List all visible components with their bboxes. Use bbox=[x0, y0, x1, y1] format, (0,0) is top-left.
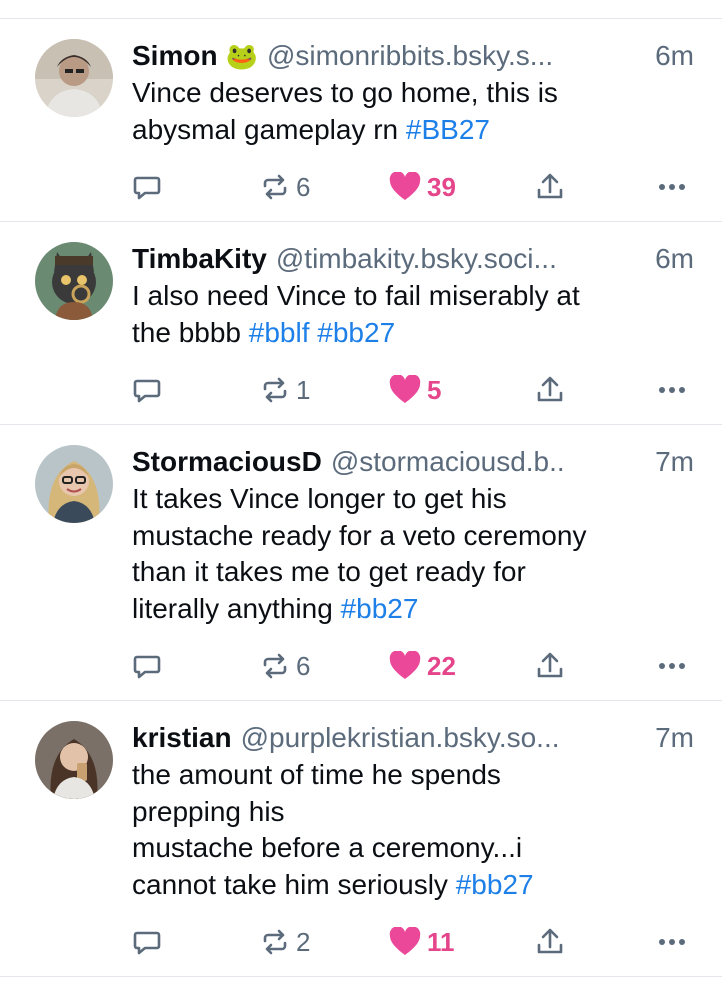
author-name[interactable]: kristian bbox=[132, 719, 232, 757]
hashtag-link[interactable]: #bblf #bb27 bbox=[249, 317, 395, 348]
avatar[interactable] bbox=[35, 721, 113, 799]
hashtag-link[interactable]: #BB27 bbox=[406, 114, 490, 145]
post-time[interactable]: 6m bbox=[655, 240, 694, 278]
post-text: the amount of time he spends prepping hi… bbox=[132, 757, 694, 903]
share-button[interactable] bbox=[536, 169, 564, 205]
ellipsis-icon bbox=[659, 939, 685, 945]
repost-count: 1 bbox=[296, 374, 311, 405]
like-button[interactable]: 5 bbox=[389, 372, 441, 408]
share-button[interactable] bbox=[536, 372, 564, 408]
reply-button[interactable] bbox=[132, 169, 162, 205]
author-name[interactable]: StormaciousD bbox=[132, 443, 322, 481]
post-header: Simon 🐸 @simonribbits.bsky.s... 6m bbox=[132, 37, 694, 75]
heart-icon bbox=[389, 927, 421, 955]
post-header: kristian @purplekristian.bsky.so... 7m bbox=[132, 719, 694, 757]
repost-button[interactable]: 1 bbox=[260, 372, 310, 408]
hashtag-link[interactable]: #bb27 bbox=[456, 869, 534, 900]
post-time[interactable]: 7m bbox=[655, 719, 694, 757]
post-header: StormaciousD @stormaciousd.b.. 7m bbox=[132, 443, 694, 481]
repost-button[interactable]: 6 bbox=[260, 169, 310, 205]
hashtag-link[interactable]: #bb27 bbox=[341, 593, 419, 624]
like-button[interactable]: 22 bbox=[389, 648, 456, 684]
avatar[interactable] bbox=[35, 445, 113, 523]
reply-icon bbox=[133, 931, 161, 955]
share-icon bbox=[537, 173, 563, 199]
reply-button[interactable] bbox=[132, 924, 162, 960]
reply-icon bbox=[133, 379, 161, 403]
reply-icon bbox=[133, 655, 161, 679]
more-options-button[interactable] bbox=[658, 372, 686, 408]
repost-button[interactable]: 2 bbox=[260, 924, 310, 960]
post-actions: 6 39 bbox=[132, 169, 694, 205]
post-card[interactable]: TimbaKity @timbakity.bsky.soci... 6m I a… bbox=[0, 222, 722, 425]
share-button[interactable] bbox=[536, 648, 564, 684]
ellipsis-icon bbox=[659, 387, 685, 393]
reply-icon bbox=[133, 176, 161, 200]
author-handle[interactable]: @stormaciousd.b.. bbox=[331, 443, 649, 481]
heart-icon bbox=[389, 651, 421, 679]
ellipsis-icon bbox=[659, 184, 685, 190]
post-text-body: Vince deserves to go home, this is abysm… bbox=[132, 77, 558, 145]
post-time[interactable]: 7m bbox=[655, 443, 694, 481]
post-actions: 1 5 bbox=[132, 372, 694, 408]
post-card[interactable]: kristian @purplekristian.bsky.so... 7m t… bbox=[0, 701, 722, 977]
repost-icon bbox=[263, 653, 287, 679]
top-divider bbox=[0, 0, 722, 19]
repost-count: 6 bbox=[296, 650, 311, 681]
like-button[interactable]: 39 bbox=[389, 169, 456, 205]
share-icon bbox=[537, 376, 563, 402]
like-count: 22 bbox=[427, 650, 456, 681]
repost-icon bbox=[263, 174, 287, 200]
post-text: Vince deserves to go home, this is abysm… bbox=[132, 75, 694, 148]
repost-button[interactable]: 6 bbox=[260, 648, 310, 684]
post-actions: 6 22 bbox=[132, 648, 694, 684]
author-handle[interactable]: @purplekristian.bsky.so... bbox=[241, 719, 649, 757]
author-name[interactable]: Simon bbox=[132, 37, 218, 75]
repost-icon bbox=[263, 929, 287, 955]
more-options-button[interactable] bbox=[658, 169, 686, 205]
author-handle[interactable]: @timbakity.bsky.soci... bbox=[276, 240, 649, 278]
post-text: It takes Vince longer to get his mustach… bbox=[132, 481, 694, 627]
repost-count: 2 bbox=[296, 926, 311, 957]
author-handle[interactable]: @simonribbits.bsky.s... bbox=[267, 37, 649, 75]
repost-count: 6 bbox=[296, 171, 311, 202]
like-count: 5 bbox=[427, 374, 442, 405]
ellipsis-icon bbox=[659, 663, 685, 669]
reply-button[interactable] bbox=[132, 648, 162, 684]
share-icon bbox=[537, 928, 563, 954]
heart-icon bbox=[389, 375, 421, 403]
post-actions: 2 11 bbox=[132, 924, 694, 960]
frog-icon: 🐸 bbox=[225, 41, 258, 71]
avatar[interactable] bbox=[35, 242, 113, 320]
like-count: 39 bbox=[427, 171, 456, 202]
repost-icon bbox=[263, 377, 287, 403]
like-count: 11 bbox=[427, 926, 455, 957]
heart-icon bbox=[389, 172, 421, 200]
author-name[interactable]: TimbaKity bbox=[132, 240, 267, 278]
like-button[interactable]: 11 bbox=[389, 924, 455, 960]
more-options-button[interactable] bbox=[658, 648, 686, 684]
post-text: I also need Vince to fail miserably at t… bbox=[132, 278, 694, 351]
share-icon bbox=[537, 652, 563, 678]
share-button[interactable] bbox=[536, 924, 564, 960]
post-time[interactable]: 6m bbox=[655, 37, 694, 75]
post-card[interactable]: Simon 🐸 @simonribbits.bsky.s... 6m Vince… bbox=[0, 19, 722, 222]
more-options-button[interactable] bbox=[658, 924, 686, 960]
post-card[interactable]: StormaciousD @stormaciousd.b.. 7m It tak… bbox=[0, 425, 722, 701]
post-header: TimbaKity @timbakity.bsky.soci... 6m bbox=[132, 240, 694, 278]
avatar[interactable] bbox=[35, 39, 113, 117]
reply-button[interactable] bbox=[132, 372, 162, 408]
